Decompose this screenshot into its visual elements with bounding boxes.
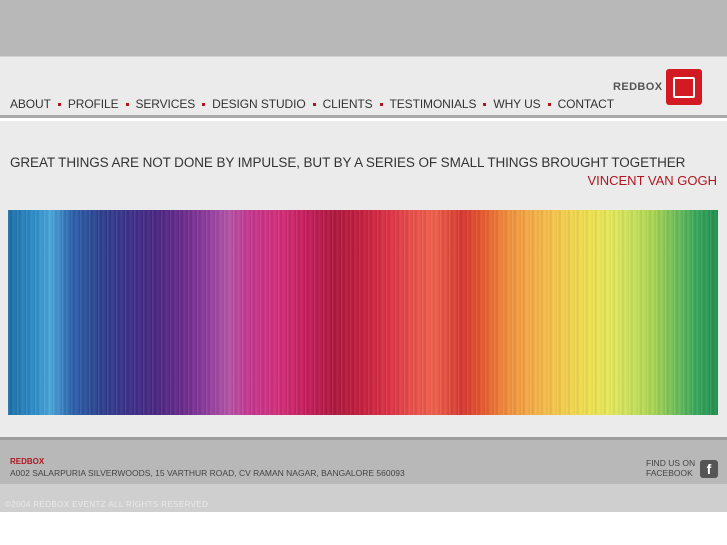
find-us-line2: FACEBOOK (646, 468, 693, 478)
nav-testimonials[interactable]: TESTIMONIALS (390, 97, 477, 111)
redbox-logo[interactable]: REDBOX (613, 69, 703, 105)
nav-design-studio[interactable]: DESIGN STUDIO (212, 97, 305, 111)
nav-separator (379, 102, 383, 106)
nav-separator (547, 102, 551, 106)
facebook-icon[interactable]: f (700, 460, 718, 478)
find-us-line1: FIND US ON (646, 458, 696, 468)
rainbow-stripes (8, 210, 718, 415)
nav-clients[interactable]: CLIENTS (323, 97, 373, 111)
nav-about[interactable]: ABOUT (10, 97, 51, 111)
quote-author: VINCENT VAN GOGH (587, 173, 717, 188)
nav-separator (312, 102, 316, 106)
nav-why-us[interactable]: WHY US (493, 97, 540, 111)
footer-address: A002 SALARPURIA SILVERWOODS, 15 VARTHUR … (10, 468, 405, 478)
header: ABOUT PROFILE SERVICES DESIGN STUDIO CLI… (0, 56, 727, 118)
nav-separator (57, 102, 61, 106)
main-content: GREAT THINGS ARE NOT DONE BY IMPULSE, BU… (0, 121, 727, 437)
copyright-text: ©2004 REDBOX EVENTZ ALL RIGHTS RESERVED (5, 500, 209, 509)
nav-separator (483, 102, 487, 106)
facebook-link-text[interactable]: FIND US ON FACEBOOK (646, 458, 695, 478)
nav-profile[interactable]: PROFILE (68, 97, 119, 111)
nav-separator (125, 102, 129, 106)
rainbow-banner-image (8, 210, 718, 415)
footer-brand: REDBOX (10, 457, 45, 466)
logo-text: REDBOX (613, 81, 663, 93)
main-nav: ABOUT PROFILE SERVICES DESIGN STUDIO CLI… (10, 97, 614, 111)
nav-services[interactable]: SERVICES (136, 97, 196, 111)
bottom-band: ©2004 REDBOX EVENTZ ALL RIGHTS RESERVED (0, 484, 727, 512)
nav-contact[interactable]: CONTACT (558, 97, 615, 111)
top-band (0, 0, 727, 56)
footer: REDBOX A002 SALARPURIA SILVERWOODS, 15 V… (0, 437, 727, 484)
quote-text: GREAT THINGS ARE NOT DONE BY IMPULSE, BU… (10, 155, 686, 170)
redbox-logo-icon (666, 69, 703, 105)
nav-separator (202, 102, 206, 106)
